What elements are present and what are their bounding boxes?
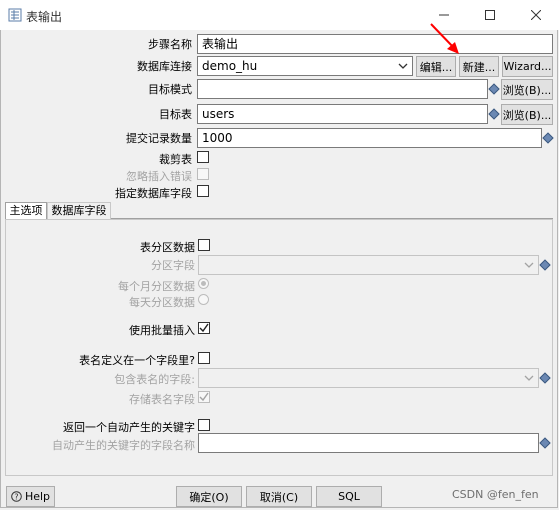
step-name-label: 步骤名称 xyxy=(148,38,192,51)
maximize-icon xyxy=(485,10,495,20)
tab-main-options[interactable]: 主选项 xyxy=(5,202,47,219)
partition-monthly-radio[interactable] xyxy=(198,278,209,289)
use-batch-insert-label: 使用批量插入 xyxy=(129,324,195,337)
edit-connection-button[interactable]: 编辑... xyxy=(416,56,456,77)
svg-text:?: ? xyxy=(14,493,18,502)
sql-button[interactable]: SQL xyxy=(316,486,382,507)
partition-daily-label: 每天分区数据 xyxy=(129,296,195,309)
return-auto-key-checkbox[interactable] xyxy=(198,419,210,431)
tab-db-fields[interactable]: 数据库字段 xyxy=(47,202,111,219)
ignore-insert-errors-checkbox[interactable] xyxy=(197,168,209,180)
maximize-button[interactable] xyxy=(467,0,513,30)
app-icon xyxy=(8,8,22,22)
cancel-button[interactable]: 取消(C) xyxy=(246,486,312,507)
tablename-in-field-label: 表名定义在一个字段里? xyxy=(79,354,195,367)
return-auto-key-label: 返回一个自动产生的关键字 xyxy=(63,421,195,434)
chevron-down-icon xyxy=(524,375,534,381)
chevron-down-icon xyxy=(524,262,534,268)
watermark: CSDN @fen_fen xyxy=(452,488,539,501)
help-label: Help xyxy=(24,490,51,503)
tablename-field-select[interactable] xyxy=(198,368,539,388)
store-tablename-label: 存储表名字段 xyxy=(129,393,195,406)
db-connection-label: 数据库连接 xyxy=(137,60,192,73)
tablename-field-label: 包含表名的字段: xyxy=(114,373,195,386)
window-title: 表输出 xyxy=(26,10,63,24)
close-button[interactable] xyxy=(513,0,559,30)
db-connection-select[interactable]: demo_hu xyxy=(197,56,413,76)
new-connection-button[interactable]: 新建... xyxy=(459,56,499,77)
help-icon: ? xyxy=(11,491,22,502)
commit-size-input[interactable]: 1000 xyxy=(197,128,542,148)
wizard-button[interactable]: Wizard... xyxy=(502,56,553,77)
target-table-input[interactable]: users xyxy=(197,104,488,124)
help-button[interactable]: ? Help xyxy=(6,486,55,507)
partition-data-checkbox[interactable] xyxy=(198,239,210,251)
check-icon xyxy=(199,392,209,402)
partition-field-select[interactable] xyxy=(198,255,539,275)
partition-daily-radio[interactable] xyxy=(198,294,209,305)
partition-data-label: 表分区数据 xyxy=(140,241,195,254)
close-icon xyxy=(531,10,541,20)
browse-table-button[interactable]: 浏览(B)... xyxy=(501,104,553,125)
chevron-down-icon xyxy=(398,63,408,69)
auto-key-field-input[interactable] xyxy=(198,433,539,453)
specify-db-fields-checkbox[interactable] xyxy=(197,185,209,197)
browse-schema-button[interactable]: 浏览(B)... xyxy=(501,79,553,100)
target-schema-label: 目标模式 xyxy=(148,83,192,96)
truncate-table-label: 裁剪表 xyxy=(159,153,192,166)
ignore-insert-errors-label: 忽略插入错误 xyxy=(126,170,192,183)
truncate-table-checkbox[interactable] xyxy=(197,151,209,163)
ok-button[interactable]: 确定(O) xyxy=(176,486,242,507)
db-connection-value: demo_hu xyxy=(202,59,258,73)
auto-key-field-label: 自动产生的关键字的字段名称 xyxy=(52,439,195,452)
store-tablename-checkbox[interactable] xyxy=(198,391,210,403)
partition-monthly-label: 每个月分区数据 xyxy=(118,280,195,293)
check-icon xyxy=(199,323,209,333)
partition-field-label: 分区字段 xyxy=(151,259,195,272)
annotation-arrow-icon xyxy=(430,23,459,54)
commit-size-label: 提交记录数量 xyxy=(126,132,192,145)
specify-db-fields-label: 指定数据库字段 xyxy=(115,187,192,200)
step-name-input[interactable]: 表输出 xyxy=(197,34,553,54)
target-table-label: 目标表 xyxy=(159,108,192,121)
target-schema-input[interactable] xyxy=(197,79,488,99)
use-batch-insert-checkbox[interactable] xyxy=(198,322,210,334)
tablename-in-field-checkbox[interactable] xyxy=(198,352,210,364)
